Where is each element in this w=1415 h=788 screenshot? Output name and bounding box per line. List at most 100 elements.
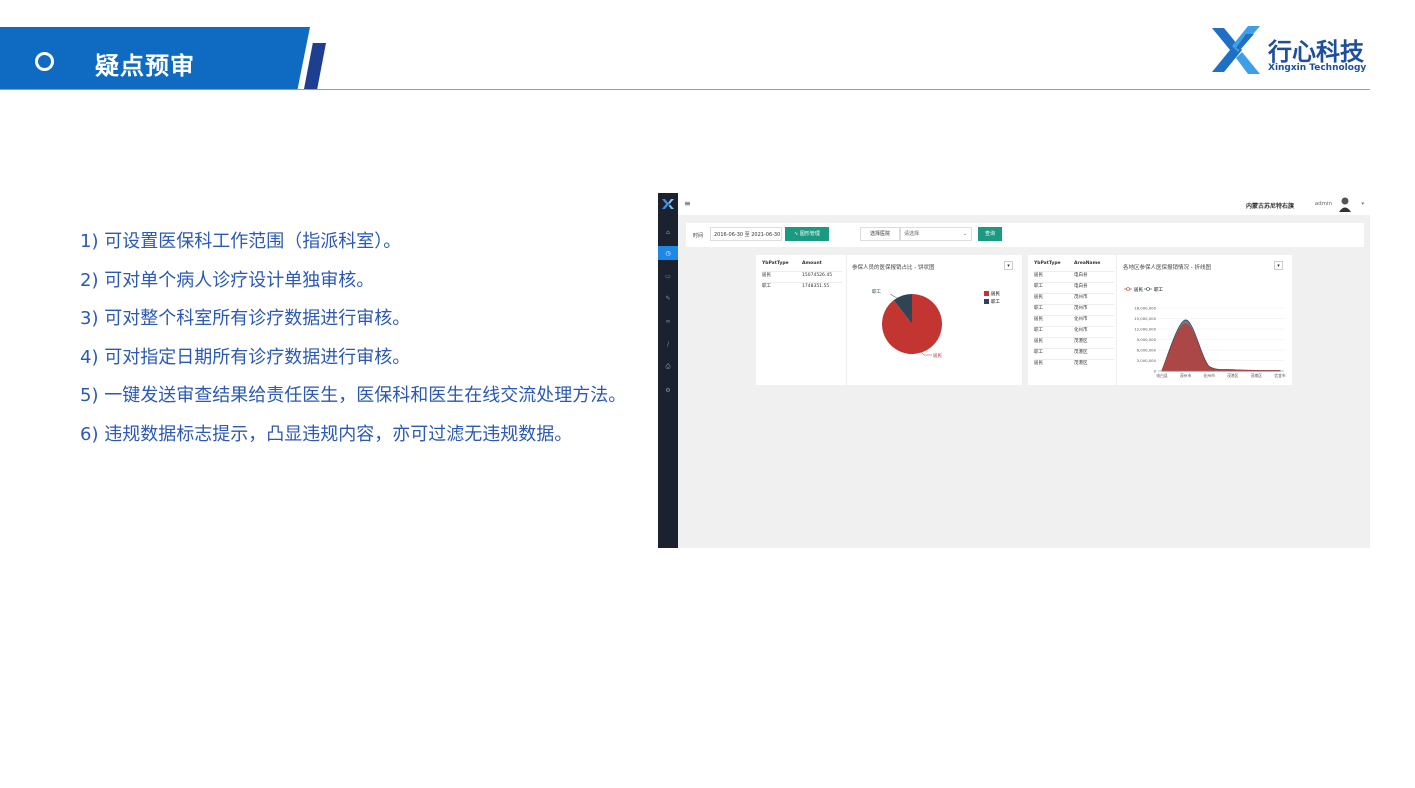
y-tick-label: 3,000,000 xyxy=(1137,358,1157,363)
column-header: AreaName xyxy=(1074,261,1101,266)
feature-item: 4) 可对指定日期所有诊疗数据进行审核。 xyxy=(80,346,411,368)
table-cell: 职工 xyxy=(1034,284,1043,289)
menu-toggle-icon[interactable]: ≡ xyxy=(684,199,691,208)
pie-chart-title: 参保人员的医保报销占比 - 饼状图 xyxy=(852,265,935,271)
sidebar-pen-icon[interactable]: ✎ xyxy=(658,291,678,305)
hospital-select[interactable]: 请选择 ⌄ xyxy=(900,227,972,241)
y-tick-label: 18,000,000 xyxy=(1134,306,1156,311)
title-banner: 疑点预审 xyxy=(0,27,326,89)
x-tick-label: 信宜市 xyxy=(1274,373,1286,378)
x-tick-label: 电白县 xyxy=(1156,373,1168,378)
chart-dropdown-button[interactable]: ▾ xyxy=(1274,261,1283,270)
y-tick-label: 12,000,000 xyxy=(1134,327,1156,332)
table-cell: 茂港区 xyxy=(1074,339,1088,344)
legend-label: 居民 xyxy=(991,291,1000,297)
time-label: 时间 xyxy=(693,233,704,239)
chart-manage-button[interactable]: ∿ 图形管理 xyxy=(785,227,829,241)
area-panel: YbPatType AreaName 居民 电白县 职工 电白县 居民 茂州市 职工 茂州市 居民… xyxy=(1028,255,1292,385)
legend-label: 居民 xyxy=(1134,287,1143,293)
legend-label: 职工 xyxy=(991,299,1000,305)
sidebar-clock-icon[interactable]: ◷ xyxy=(658,246,678,260)
table-cell: 居民 xyxy=(1034,339,1043,344)
table-row: 职工 茂州市 xyxy=(1034,304,1114,315)
table-cell: 居民 xyxy=(1034,361,1043,366)
page-title: 疑点预审 xyxy=(95,52,195,80)
circle-icon xyxy=(35,52,54,71)
table-row: 居民 化州市 xyxy=(1034,315,1114,326)
amount-table: YbPatType Amount 居民 15074526.45 职工 1748351.… xyxy=(762,261,842,293)
date-range-input[interactable]: 2016-06-30 至 2021-06-30 xyxy=(710,227,782,241)
table-row: 居民 15074526.45 xyxy=(762,271,842,282)
logo-name: 行心科技 xyxy=(1268,38,1364,66)
hospital-label: 选择医院 xyxy=(860,227,900,241)
table-row: 居民 电白县 xyxy=(1034,271,1114,282)
sidebar-home-icon[interactable]: ⌂ xyxy=(658,225,678,239)
username[interactable]: admin xyxy=(1315,201,1332,207)
sidebar-settings-icon[interactable]: ⚙ xyxy=(658,383,678,397)
table-cell: 茂港区 xyxy=(1074,361,1088,366)
banner-accent xyxy=(304,43,326,89)
sidebar: ⌂ ◷ ▭ ✎ ∞ ∕ ⎙ ⚙ xyxy=(658,193,678,548)
feature-list: 1) 可设置医保科工作范围（指派科室）。 2) 可对单个病人诊疗设计单独审核。 … xyxy=(80,223,640,454)
area-chart-title: 各地区参保人医保报销情况 - 折线图 xyxy=(1123,265,1211,271)
feature-item: 1) 可设置医保科工作范围（指派科室）。 xyxy=(80,231,402,252)
table-row: 职工 1748351.55 xyxy=(762,282,842,293)
table-row: 职工 茂港区 xyxy=(1034,348,1114,359)
table-cell: 化州市 xyxy=(1074,317,1088,322)
chevron-down-icon: ⌄ xyxy=(962,231,967,237)
feature-item: 6) 违规数据标志提示，凸显违规内容，亦可过滤无违规数据。 xyxy=(80,423,573,445)
app-logo-icon xyxy=(662,199,674,209)
xingxin-logo-icon xyxy=(1212,26,1260,74)
y-tick-label: 9,000,000 xyxy=(1137,337,1157,342)
area-table: YbPatType AreaName 居民 电白县 职工 电白县 居民 茂州市 职工 茂州市 居民… xyxy=(1034,261,1114,370)
x-tick-label: 茂南区 xyxy=(1251,373,1263,378)
legend-marker xyxy=(1126,287,1130,291)
area-chart: 居民 职工 18,000,000 15,000,000 12,000,000 9,00… xyxy=(1124,287,1286,378)
table-row: 居民 茂州市 xyxy=(1034,293,1114,304)
legend-swatch xyxy=(984,299,989,304)
app-topbar: ≡ 内蒙古苏尼特右旗 admin ▾ xyxy=(678,193,1370,215)
pie-label-resident: 居民 xyxy=(933,353,942,359)
table-cell: 电白县 xyxy=(1074,284,1088,289)
table-cell: 职工 xyxy=(1034,350,1043,355)
y-tick-label: 15,000,000 xyxy=(1134,316,1156,321)
feature-item: 3) 可对整个科室所有诊疗数据进行审核。 xyxy=(80,308,411,329)
column-header: YbPatType xyxy=(1034,261,1061,266)
pie-label-worker: 职工 xyxy=(872,289,881,295)
feature-item: 2) 可对单个病人诊疗设计单独审核。 xyxy=(80,269,375,291)
table-cell: 化州市 xyxy=(1074,328,1088,333)
sidebar-link-icon[interactable]: ∞ xyxy=(658,314,678,328)
panel-divider xyxy=(846,255,847,385)
hospital-select-value: 请选择 xyxy=(904,231,920,237)
filter-bar: 时间 2016-06-30 至 2021-06-30 ∿ 图形管理 选择医院 请… xyxy=(686,223,1364,247)
chevron-down-icon[interactable]: ▾ xyxy=(1361,201,1364,207)
query-button[interactable]: 查询 xyxy=(978,227,1002,241)
pie-panel: YbPatType Amount 居民 15074526.45 职工 1748351.… xyxy=(756,255,1022,385)
x-tick-label: 化州市 xyxy=(1204,373,1216,378)
table-row: 居民 茂港区 xyxy=(1034,337,1114,348)
y-tick-label: 6,000,000 xyxy=(1137,348,1157,353)
panel-divider xyxy=(1116,255,1117,385)
table-cell: 职工 xyxy=(1034,306,1043,311)
header-divider xyxy=(0,89,1370,90)
company-logo: 行心科技 Xingxin Technology xyxy=(1210,22,1380,82)
chart-dropdown-button[interactable]: ▾ xyxy=(1004,261,1013,270)
series-area-resident xyxy=(1161,323,1281,372)
sidebar-edit-icon[interactable]: ∕ xyxy=(658,337,678,351)
table-cell: 1748351.55 xyxy=(802,284,830,289)
legend-marker xyxy=(1146,287,1150,291)
table-header: YbPatType Amount xyxy=(762,261,842,271)
legend-label: 职工 xyxy=(1154,287,1163,293)
column-header: Amount xyxy=(802,261,822,266)
avatar[interactable] xyxy=(1338,196,1352,212)
sidebar-printer-icon[interactable]: ⎙ xyxy=(658,360,678,374)
table-cell: 15074526.45 xyxy=(802,273,833,278)
table-cell: 居民 xyxy=(1034,295,1043,300)
pie-chart: 职工 居民 居民 职工 xyxy=(872,289,1000,359)
table-cell: 职工 xyxy=(762,284,771,289)
table-cell: 茂州市 xyxy=(1074,295,1088,300)
table-cell: 居民 xyxy=(1034,317,1043,322)
table-cell: 茂港区 xyxy=(1074,350,1088,355)
table-row: 职工 电白县 xyxy=(1034,282,1114,293)
sidebar-monitor-icon[interactable]: ▭ xyxy=(658,269,678,283)
